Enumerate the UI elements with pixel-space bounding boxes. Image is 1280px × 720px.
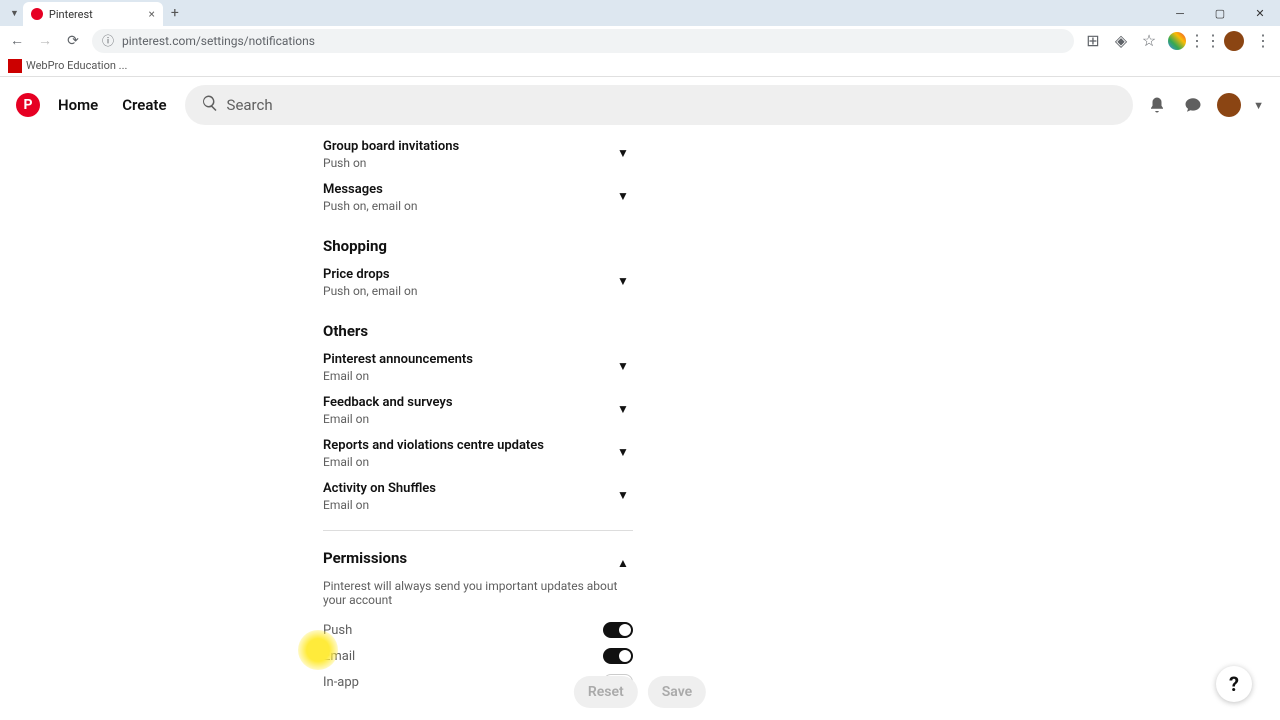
browser-profile-icon[interactable] [1224,31,1244,51]
extension-icon[interactable]: ◈ [1112,32,1130,50]
setting-title: Messages [323,182,613,197]
search-placeholder: Search [227,96,273,114]
forward-button[interactable]: → [36,32,54,50]
tab-menu-icon[interactable]: ▼ [6,8,23,19]
bookmark-bar: WebPro Education ... [0,55,1280,77]
setting-status: Email on [323,369,613,383]
setting-feedback-surveys[interactable]: Feedback and surveys Email on ▼ [323,389,633,432]
setting-price-drops[interactable]: Price drops Push on, email on ▼ [323,261,633,304]
setting-status: Email on [323,455,613,469]
url-text: pinterest.com/settings/notifications [122,34,315,48]
save-button[interactable]: Save [648,676,706,708]
section-permissions-header[interactable]: Permissions ▲ [323,543,633,579]
chevron-down-icon: ▼ [613,442,633,462]
maximize-button[interactable]: ▢ [1200,0,1240,26]
setting-title: Group board invitations [323,139,613,154]
chevron-down-icon: ▼ [613,271,633,291]
section-shopping: Shopping [323,237,633,255]
push-toggle[interactable] [603,622,633,638]
toggle-label: Email [323,649,355,664]
permissions-description: Pinterest will always send you important… [323,579,633,607]
setting-status: Push on, email on [323,284,613,298]
search-input[interactable]: Search [185,85,1134,125]
toggle-label: In-app [323,675,359,690]
pinterest-header: Home Create Search ▼ [0,77,1280,133]
minimize-button[interactable]: ─ [1160,0,1200,26]
setting-title: Reports and violations centre updates [323,438,613,453]
close-window-button[interactable]: ✕ [1240,0,1280,26]
home-link[interactable]: Home [52,96,104,114]
section-others: Others [323,322,633,340]
create-link[interactable]: Create [116,96,172,114]
tab-title: Pinterest [49,8,93,21]
google-icon[interactable] [1168,32,1186,50]
pinterest-favicon [31,8,43,20]
install-icon[interactable]: ⊞ [1084,32,1102,50]
pinterest-logo[interactable] [16,93,40,117]
account-chevron-icon[interactable]: ▼ [1253,99,1264,112]
browser-chrome: ▼ Pinterest × + ← → ⟳ ⓘ pinterest.com/se… [0,0,1280,55]
close-tab-icon[interactable]: × [149,7,155,21]
browser-toolbar: ← → ⟳ ⓘ pinterest.com/settings/notificat… [0,26,1280,55]
setting-status: Push on [323,156,613,170]
back-button[interactable]: ← [8,32,26,50]
chevron-down-icon: ▼ [613,143,633,163]
divider [323,530,633,531]
user-avatar[interactable] [1217,93,1241,117]
chevron-up-icon: ▲ [613,553,633,573]
bookmark-favicon [8,59,22,73]
messages-icon[interactable] [1181,93,1205,117]
toggle-row-push: Push [323,617,633,643]
new-tab-button[interactable]: + [163,5,187,21]
bookmark-item[interactable]: WebPro Education ... [26,59,127,72]
chevron-down-icon: ▼ [613,186,633,206]
toggle-row-email: Email [323,643,633,669]
notifications-icon[interactable] [1145,93,1169,117]
tab-bar: ▼ Pinterest × + [0,0,1280,26]
browser-tab[interactable]: Pinterest × [23,2,163,26]
chevron-down-icon: ▼ [613,485,633,505]
site-info-icon[interactable]: ⓘ [102,32,114,49]
footer-buttons: Reset Save [574,676,706,708]
setting-group-board-invitations[interactable]: Group board invitations Push on ▼ [323,133,633,176]
section-permissions: Permissions [323,549,407,567]
setting-title: Activity on Shuffles [323,481,613,496]
setting-messages[interactable]: Messages Push on, email on ▼ [323,176,633,219]
chevron-down-icon: ▼ [613,356,633,376]
help-button[interactable]: ? [1216,666,1252,702]
chevron-down-icon: ▼ [613,399,633,419]
setting-pinterest-announcements[interactable]: Pinterest announcements Email on ▼ [323,346,633,389]
setting-title: Pinterest announcements [323,352,613,367]
setting-title: Price drops [323,267,613,282]
setting-status: Email on [323,498,613,512]
setting-activity-shuffles[interactable]: Activity on Shuffles Email on ▼ [323,475,633,518]
extensions-icon[interactable]: ⋮⋮ [1196,32,1214,50]
notification-settings: Group board invitations Push on ▼ Messag… [323,133,633,695]
email-toggle[interactable] [603,648,633,664]
url-bar[interactable]: ⓘ pinterest.com/settings/notifications [92,29,1074,53]
setting-status: Email on [323,412,613,426]
setting-status: Push on, email on [323,199,613,213]
toggle-label: Push [323,623,352,638]
reset-button[interactable]: Reset [574,676,638,708]
star-icon[interactable]: ☆ [1140,32,1158,50]
search-icon [201,94,219,116]
menu-icon[interactable]: ⋮ [1254,32,1272,50]
reload-button[interactable]: ⟳ [64,32,82,50]
setting-reports-violations[interactable]: Reports and violations centre updates Em… [323,432,633,475]
setting-title: Feedback and surveys [323,395,613,410]
